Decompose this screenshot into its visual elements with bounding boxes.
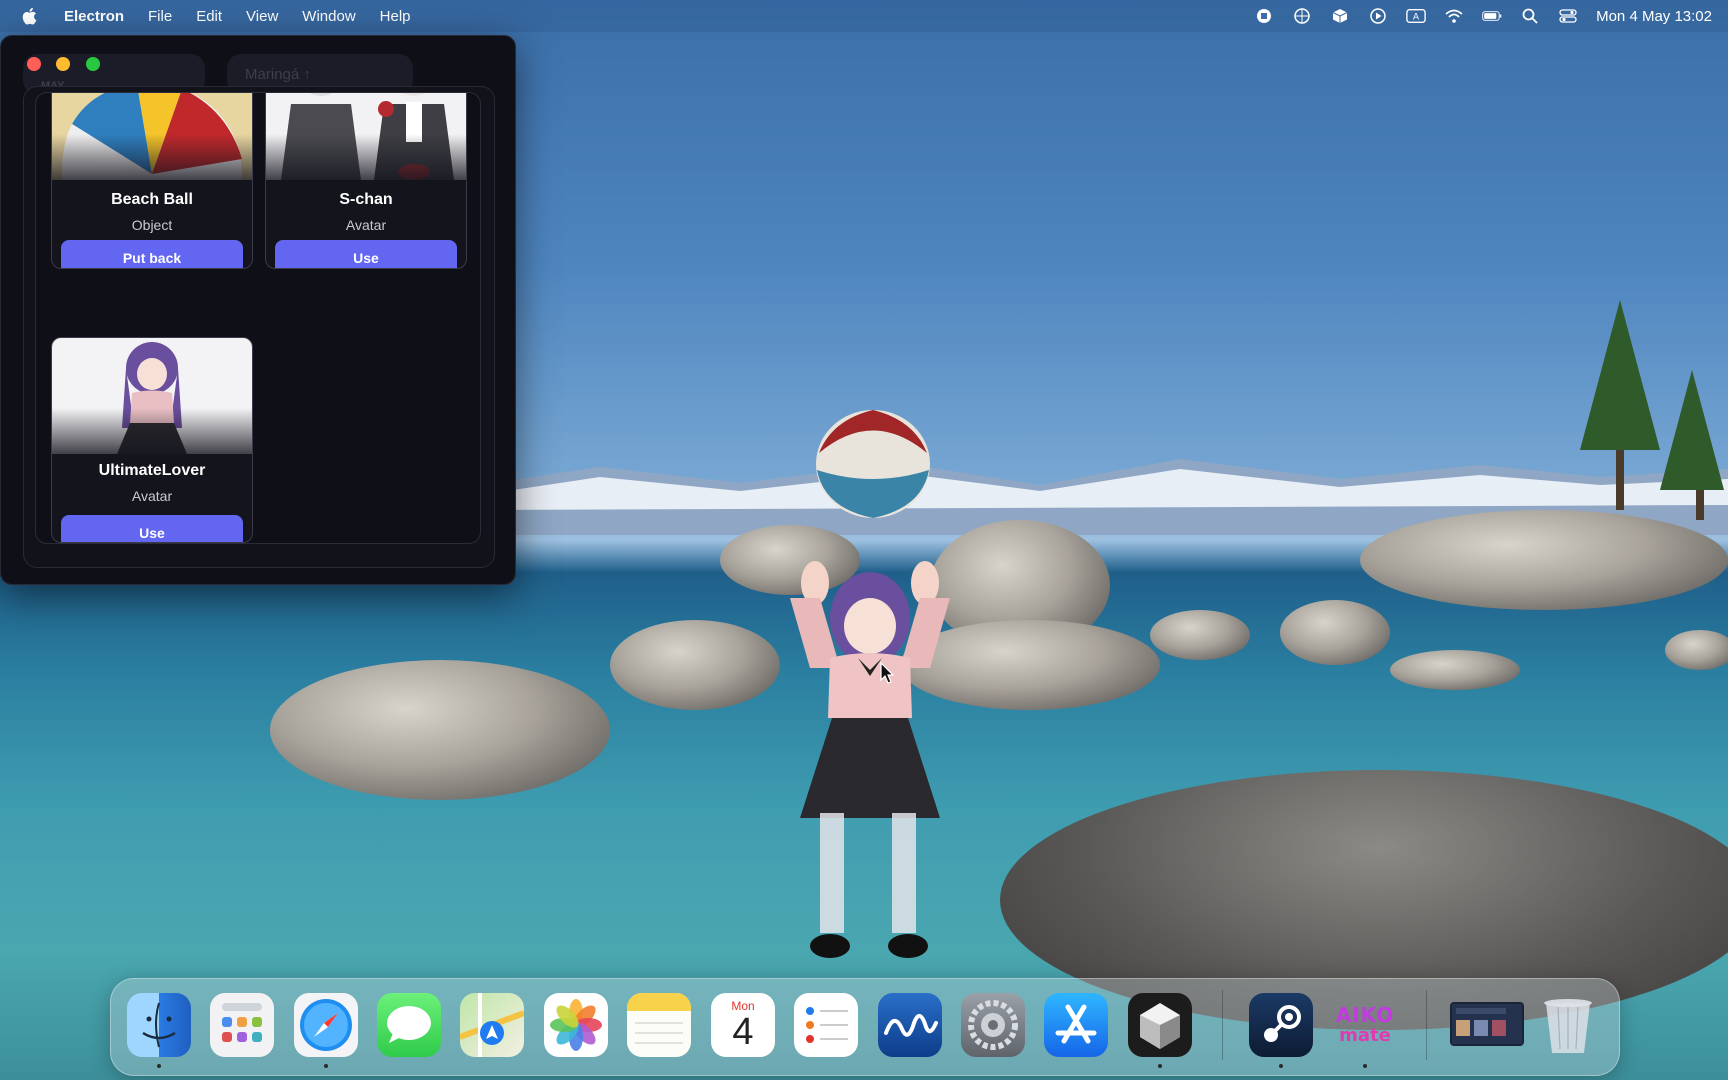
put-back-button[interactable]: Put back (61, 240, 243, 268)
pine-tree (1660, 370, 1724, 490)
calendar-icon[interactable]: Mon 4 (711, 993, 775, 1057)
menu-app-name[interactable]: Electron (52, 8, 136, 25)
rock (1150, 610, 1250, 660)
app-store-icon[interactable] (1044, 993, 1108, 1057)
finder-running-indicator (157, 1064, 161, 1068)
trash-icon[interactable] (1536, 993, 1600, 1057)
aiko-logo-line1: AIKO (1335, 1003, 1395, 1027)
system-settings-icon[interactable] (961, 993, 1025, 1057)
steam-icon[interactable] (1249, 993, 1313, 1057)
apple-logo-icon[interactable] (20, 6, 40, 26)
svg-text:A: A (1413, 13, 1420, 23)
menu-edit[interactable]: Edit (184, 8, 234, 25)
menu-file[interactable]: File (136, 8, 184, 25)
aiko-mate-icon[interactable]: AIKO mate (1333, 993, 1397, 1057)
input-source-icon[interactable]: A (1406, 7, 1426, 25)
use-button[interactable]: Use (275, 240, 457, 268)
launchpad-icon[interactable] (210, 993, 274, 1057)
menu-view[interactable]: View (234, 8, 290, 25)
card-type: Avatar (345, 217, 387, 233)
window-maximize-button[interactable] (86, 57, 100, 71)
dock-separator (1426, 990, 1427, 1060)
rock (1280, 600, 1390, 665)
aiko-running-indicator (1363, 1064, 1367, 1068)
safari-icon[interactable] (294, 993, 358, 1057)
unity-running-indicator (1158, 1064, 1162, 1068)
wifi-icon[interactable] (1444, 7, 1464, 25)
pine-tree (1580, 300, 1660, 450)
notes-icon[interactable] (627, 993, 691, 1057)
beach-ball-3d[interactable] (814, 408, 932, 520)
rock (1665, 630, 1728, 670)
unity-hub-icon[interactable] (1128, 993, 1192, 1057)
menu-help[interactable]: Help (368, 8, 423, 25)
freeform-icon[interactable] (878, 993, 942, 1057)
finder-icon[interactable] (127, 993, 191, 1057)
desktop-avatar-character[interactable] (780, 558, 960, 963)
messages-icon[interactable] (377, 993, 441, 1057)
dock-separator (1222, 990, 1223, 1060)
photos-icon[interactable] (544, 993, 608, 1057)
inventory-card-ultimatelover: UltimateLover Avatar Use (51, 337, 253, 543)
battery-icon[interactable] (1482, 7, 1502, 25)
maps-icon[interactable] (460, 993, 524, 1057)
rock (610, 620, 780, 710)
card-type: Object (131, 217, 173, 233)
menu-window[interactable]: Window (290, 8, 367, 25)
window-close-button[interactable] (27, 57, 41, 71)
calendar-day-number: 4 (732, 1011, 754, 1053)
inventory-grid[interactable]: Beach Ball Object Put back S-chan Avatar (35, 92, 481, 544)
inventory-card-beach-ball: Beach Ball Object Put back (51, 93, 253, 269)
reminders-icon[interactable] (794, 993, 858, 1057)
menubar-clock[interactable]: Mon 4 May 13:02 (1596, 8, 1712, 25)
window-minimize-button[interactable] (56, 57, 70, 71)
card-type: Avatar (131, 488, 173, 504)
mouse-cursor-icon (880, 662, 894, 684)
screen-record-icon[interactable] (1254, 7, 1274, 25)
menu-bar: Electron File Edit View Window Help A Mo… (0, 0, 1728, 32)
cube-app-icon[interactable] (1330, 7, 1350, 25)
card-title: UltimateLover (98, 462, 206, 479)
globe-extension-icon[interactable] (1292, 7, 1312, 25)
electron-app-window: MAY Maringá ↑ Beach Ball Object Put back (0, 35, 516, 585)
rock (1360, 510, 1728, 610)
control-center-icon[interactable] (1558, 7, 1578, 25)
card-title: S-chan (339, 191, 393, 208)
recent-window-thumbnail[interactable] (1450, 1002, 1524, 1046)
aiko-logo-line2: mate (1339, 1025, 1391, 1046)
rock (1390, 650, 1520, 690)
use-button[interactable]: Use (61, 515, 243, 542)
safari-running-indicator (324, 1064, 328, 1068)
spotlight-search-icon[interactable] (1520, 7, 1540, 25)
card-title: Beach Ball (111, 191, 193, 208)
rock (270, 660, 610, 800)
steam-running-indicator (1279, 1064, 1283, 1068)
inventory-card-s-chan: S-chan Avatar Use (265, 93, 467, 269)
play-circle-icon[interactable] (1368, 7, 1388, 25)
